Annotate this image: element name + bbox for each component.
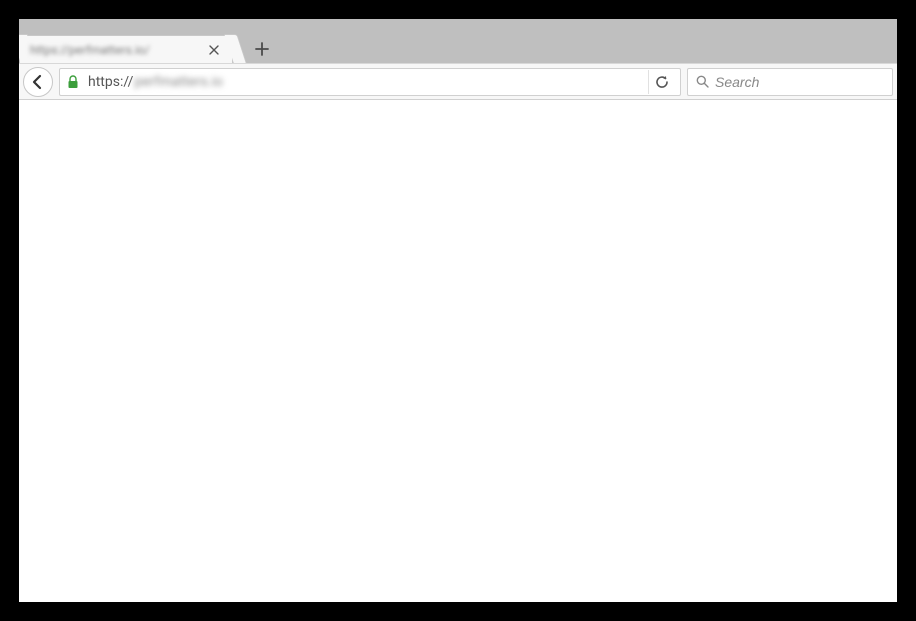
tab-title: https://perfmatters.io/ — [30, 43, 206, 57]
tab-strip: https://perfmatters.io/ — [19, 19, 897, 63]
page-viewport — [19, 100, 897, 602]
search-input[interactable] — [715, 74, 897, 90]
url-host: perfmatters.io — [134, 74, 223, 90]
lock-icon — [66, 75, 80, 89]
new-tab-button[interactable] — [251, 39, 273, 59]
browser-window: https://perfmatters.io/ https:// perfmat… — [19, 19, 897, 602]
back-button[interactable] — [23, 67, 53, 97]
close-icon[interactable] — [206, 42, 222, 58]
search-icon — [696, 75, 709, 88]
search-box[interactable] — [687, 68, 893, 96]
url-scheme: https:// — [88, 74, 133, 90]
reload-button[interactable] — [648, 70, 674, 94]
browser-tab[interactable]: https://perfmatters.io/ — [19, 35, 233, 63]
toolbar: https:// perfmatters.io — [19, 63, 897, 100]
url-text[interactable]: https:// perfmatters.io — [88, 74, 640, 90]
address-bar[interactable]: https:// perfmatters.io — [59, 68, 681, 96]
